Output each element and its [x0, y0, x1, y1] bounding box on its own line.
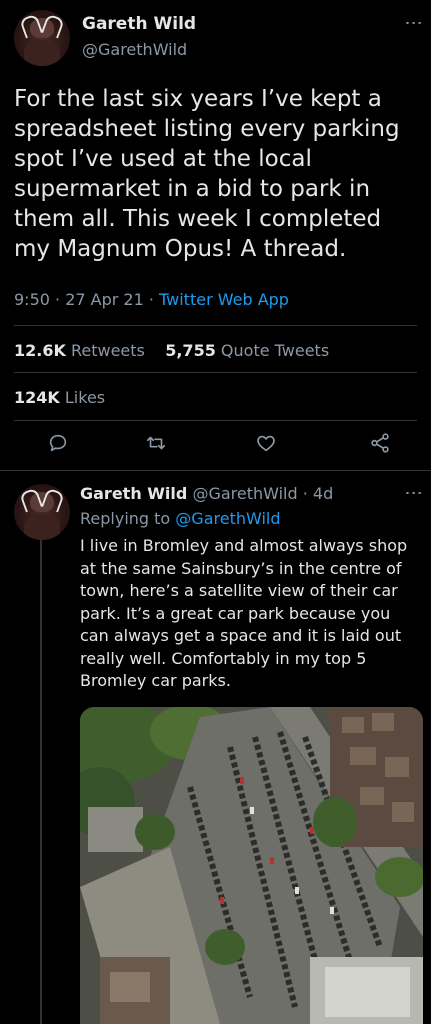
tweet-stats-row: 12.6K Retweets 5,755 Quote Tweets: [14, 341, 329, 360]
divider: [14, 325, 417, 326]
reply-text: I live in Bromley and almost always shop…: [80, 536, 408, 690]
quote-count: 5,755: [165, 341, 216, 360]
tweet-time[interactable]: 9:50 · 27 Apr 21 ·: [14, 290, 159, 309]
likes-label: Likes: [64, 388, 106, 407]
like-icon[interactable]: [248, 425, 284, 461]
retweets-label: Retweets: [70, 341, 145, 360]
user-handle[interactable]: @GarethWild: [82, 40, 187, 59]
antler-right: [41, 487, 65, 513]
likes-stat[interactable]: 124K Likes: [14, 388, 105, 407]
main-tweet: Gareth Wild @GarethWild ⋮ For the last s…: [0, 0, 431, 471]
reply-display-name[interactable]: Gareth Wild: [80, 484, 187, 503]
quote-label: Quote Tweets: [220, 341, 330, 360]
retweets-count: 12.6K: [14, 341, 66, 360]
more-icon[interactable]: ⋮: [403, 484, 424, 502]
replying-to: Replying to @GarethWild: [80, 509, 281, 528]
divider: [0, 470, 431, 471]
antler-right: [41, 13, 65, 39]
more-icon[interactable]: ⋮: [403, 14, 424, 32]
thread-line: [40, 540, 42, 1024]
likes-count: 124K: [14, 388, 60, 407]
satellite-image[interactable]: [80, 707, 423, 1024]
retweets-stat[interactable]: 12.6K Retweets: [14, 341, 145, 360]
antler-left: [19, 487, 43, 513]
share-icon[interactable]: [362, 425, 398, 461]
divider: [14, 420, 417, 421]
retweet-icon[interactable]: [138, 425, 174, 461]
replying-prefix: Replying to: [80, 509, 176, 528]
divider: [14, 372, 417, 373]
reply-icon[interactable]: [40, 425, 76, 461]
quote-tweets-stat[interactable]: 5,755 Quote Tweets: [165, 341, 329, 360]
avatar[interactable]: [14, 484, 70, 540]
reply-header: Gareth Wild @GarethWild · 4d: [80, 484, 333, 503]
tweet-meta: 9:50 · 27 Apr 21 · Twitter Web App: [14, 290, 289, 309]
display-name[interactable]: Gareth Wild: [82, 14, 196, 34]
replying-handle[interactable]: @GarethWild: [175, 509, 280, 528]
reply-handle-time[interactable]: @GarethWild · 4d: [192, 484, 333, 503]
tweet-actions: [0, 425, 431, 461]
antler-left: [19, 13, 43, 39]
avatar[interactable]: [14, 10, 70, 66]
tweet-source[interactable]: Twitter Web App: [159, 290, 289, 309]
tweet-text: For the last six years I’ve kept a sprea…: [14, 86, 400, 262]
